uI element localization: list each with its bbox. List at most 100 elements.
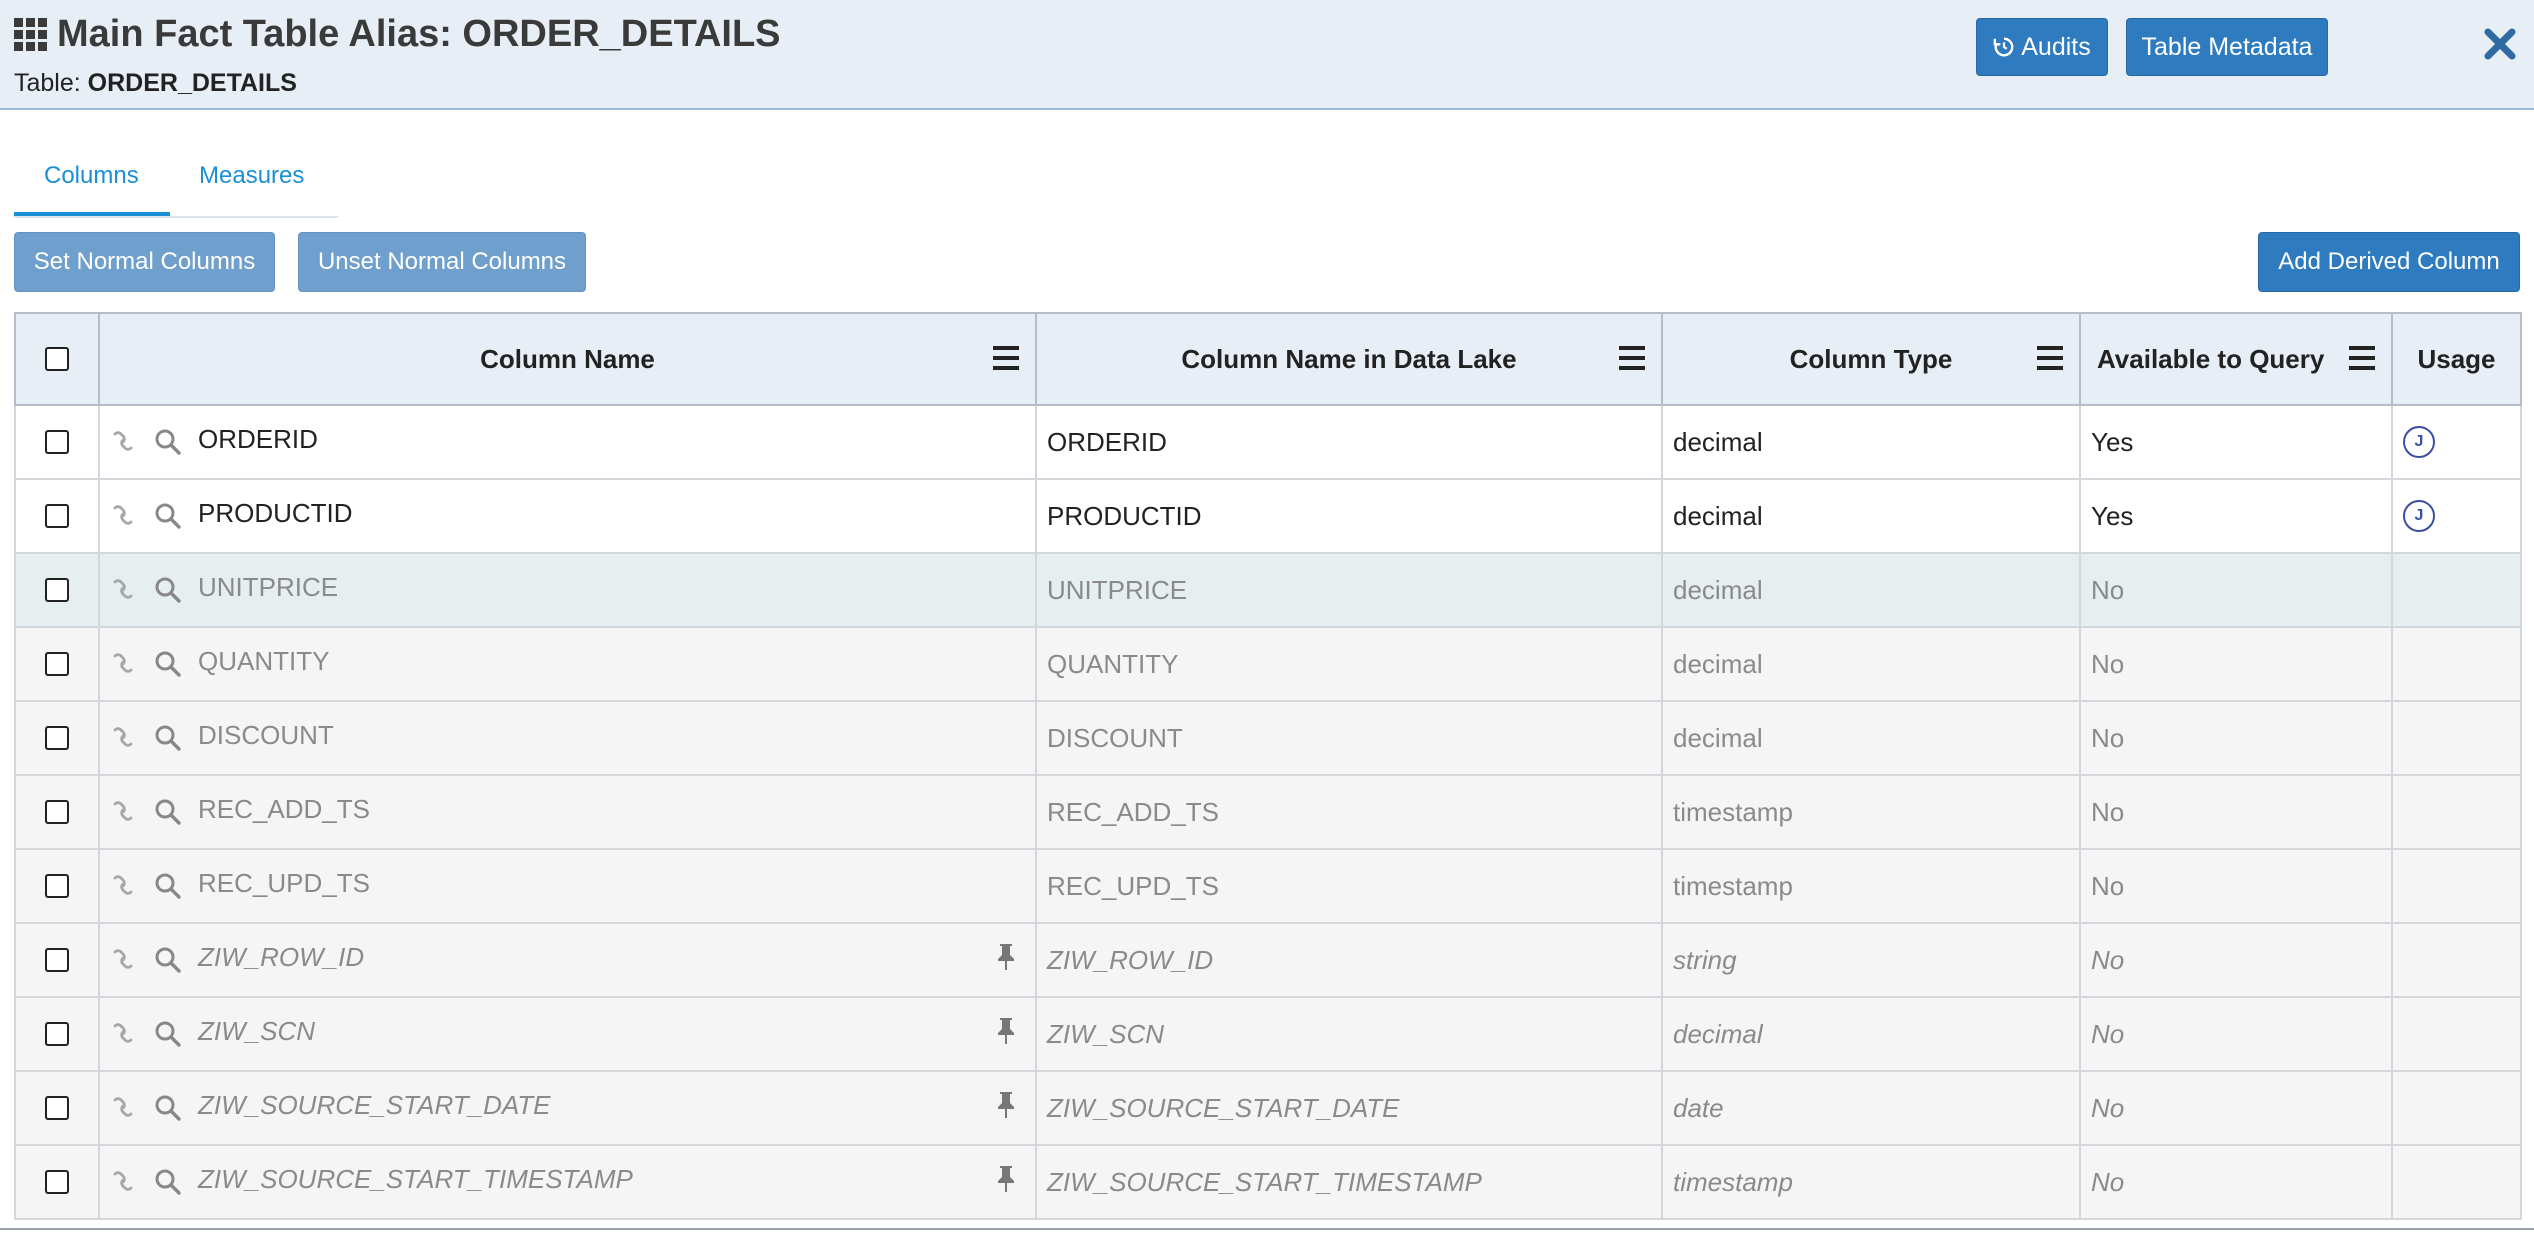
column-type: decimal	[1673, 426, 1763, 457]
row-checkbox[interactable]	[45, 578, 69, 602]
table-row[interactable]: ORDERID ORDERID decimal Yes J	[14, 404, 2522, 480]
row-checkbox[interactable]	[45, 726, 69, 750]
column-name: REC_ADD_TS	[198, 794, 370, 824]
select-all-checkbox[interactable]	[45, 347, 69, 371]
data-lake-name-cell: ORDERID	[1035, 404, 1663, 480]
search-icon[interactable]	[154, 576, 182, 604]
link-icon[interactable]	[110, 798, 136, 824]
search-icon[interactable]	[154, 946, 182, 974]
column-type-cell: string	[1661, 922, 2081, 998]
column-name-cell: REC_ADD_TS	[98, 774, 1037, 850]
column-menu-icon[interactable]	[1619, 346, 1645, 370]
link-icon[interactable]	[110, 1020, 136, 1046]
add-derived-column-button[interactable]: Add Derived Column	[2258, 232, 2520, 292]
unset-normal-columns-button[interactable]: Unset Normal Columns	[298, 232, 586, 292]
row-checkbox[interactable]	[45, 1096, 69, 1120]
row-checkbox[interactable]	[45, 800, 69, 824]
column-type-cell: decimal	[1661, 478, 2081, 554]
row-checkbox[interactable]	[45, 430, 69, 454]
column-name-cell: ORDERID	[98, 404, 1037, 480]
table-row[interactable]: ZIW_SOURCE_START_DATE ZIW_SOURCE_START_D…	[14, 1070, 2522, 1146]
table-row[interactable]: PRODUCTID PRODUCTID decimal Yes J	[14, 478, 2522, 554]
tab-columns[interactable]: Columns	[44, 162, 139, 190]
table-row[interactable]: REC_ADD_TS REC_ADD_TS timestamp No	[14, 774, 2522, 850]
row-checkbox[interactable]	[45, 948, 69, 972]
link-icon[interactable]	[110, 872, 136, 898]
column-header-usage[interactable]: Usage	[2391, 312, 2522, 406]
usage-cell	[2391, 848, 2522, 924]
available-to-query-cell: No	[2079, 996, 2393, 1072]
column-header-available[interactable]: Available to Query	[2079, 312, 2393, 406]
data-lake-name: ZIW_SOURCE_START_TIMESTAMP	[1047, 1166, 1482, 1197]
row-select-cell	[14, 848, 100, 924]
close-icon[interactable]	[2482, 26, 2518, 62]
search-icon[interactable]	[154, 1094, 182, 1122]
link-icon[interactable]	[110, 576, 136, 602]
search-icon[interactable]	[154, 650, 182, 678]
usage-cell	[2391, 700, 2522, 776]
column-name-cell: ZIW_SOURCE_START_TIMESTAMP	[98, 1144, 1037, 1220]
table-row[interactable]: DISCOUNT DISCOUNT decimal No	[14, 700, 2522, 776]
link-icon[interactable]	[110, 1094, 136, 1120]
row-checkbox[interactable]	[45, 1170, 69, 1194]
available-to-query: No	[2091, 1092, 2125, 1123]
link-icon[interactable]	[110, 502, 136, 528]
usage-badge[interactable]: J	[2403, 500, 2435, 532]
row-select-cell	[14, 700, 100, 776]
column-menu-icon[interactable]	[2037, 346, 2063, 370]
row-select-cell	[14, 626, 100, 702]
link-icon[interactable]	[110, 946, 136, 972]
column-type: decimal	[1673, 648, 1763, 679]
column-name-cell: ZIW_SCN	[98, 996, 1037, 1072]
search-icon[interactable]	[154, 1168, 182, 1196]
page-title-text: Main Fact Table Alias: ORDER_DETAILS	[57, 13, 781, 55]
table-row[interactable]: ZIW_SCN ZIW_SCN decimal No	[14, 996, 2522, 1072]
column-name: ZIW_SOURCE_START_DATE	[198, 1090, 551, 1120]
row-checkbox[interactable]	[45, 504, 69, 528]
active-tab-indicator	[14, 212, 170, 216]
row-checkbox[interactable]	[45, 874, 69, 898]
table-row[interactable]: UNITPRICE UNITPRICE decimal No	[14, 552, 2522, 628]
usage-badge[interactable]: J	[2403, 426, 2435, 458]
set-normal-columns-button[interactable]: Set Normal Columns	[14, 232, 275, 292]
table-row[interactable]: ZIW_SOURCE_START_TIMESTAMP ZIW_SOURCE_ST…	[14, 1144, 2522, 1220]
table-row[interactable]: REC_UPD_TS REC_UPD_TS timestamp No	[14, 848, 2522, 924]
column-menu-icon[interactable]	[2349, 346, 2375, 370]
column-name: ZIW_SOURCE_START_TIMESTAMP	[198, 1164, 633, 1194]
table-metadata-button[interactable]: Table Metadata	[2126, 18, 2328, 76]
column-name-cell: UNITPRICE	[98, 552, 1037, 628]
table-body: ORDERID ORDERID decimal Yes J PRODUCTID …	[14, 404, 2522, 1220]
tab-measures[interactable]: Measures	[199, 162, 304, 190]
page-title: Main Fact Table Alias: ORDER_DETAILS	[14, 13, 781, 56]
column-type: timestamp	[1673, 796, 1793, 827]
row-checkbox[interactable]	[45, 1022, 69, 1046]
column-name: DISCOUNT	[198, 720, 334, 750]
table-row[interactable]: QUANTITY QUANTITY decimal No	[14, 626, 2522, 702]
link-icon[interactable]	[110, 428, 136, 454]
available-to-query-cell: No	[2079, 626, 2393, 702]
search-icon[interactable]	[154, 798, 182, 826]
link-icon[interactable]	[110, 1168, 136, 1194]
column-type-cell: decimal	[1661, 404, 2081, 480]
audits-button[interactable]: Audits	[1976, 18, 2108, 76]
search-icon[interactable]	[154, 872, 182, 900]
table-row[interactable]: ZIW_ROW_ID ZIW_ROW_ID string No	[14, 922, 2522, 998]
search-icon[interactable]	[154, 428, 182, 456]
search-icon[interactable]	[154, 724, 182, 752]
column-type-cell: decimal	[1661, 552, 2081, 628]
pin-icon	[998, 944, 1014, 970]
column-header-name[interactable]: Column Name	[98, 312, 1037, 406]
column-header-type[interactable]: Column Type	[1661, 312, 2081, 406]
column-menu-icon[interactable]	[993, 346, 1019, 370]
table-header-row: Column Name Column Name in Data Lake Col…	[14, 312, 2522, 406]
history-icon	[1993, 37, 2014, 57]
search-icon[interactable]	[154, 1020, 182, 1048]
row-checkbox[interactable]	[45, 652, 69, 676]
column-type-cell: date	[1661, 1070, 2081, 1146]
column-type-cell: decimal	[1661, 626, 2081, 702]
column-header-lake[interactable]: Column Name in Data Lake	[1035, 312, 1663, 406]
link-icon[interactable]	[110, 724, 136, 750]
data-lake-name-cell: REC_UPD_TS	[1035, 848, 1663, 924]
link-icon[interactable]	[110, 650, 136, 676]
search-icon[interactable]	[154, 502, 182, 530]
